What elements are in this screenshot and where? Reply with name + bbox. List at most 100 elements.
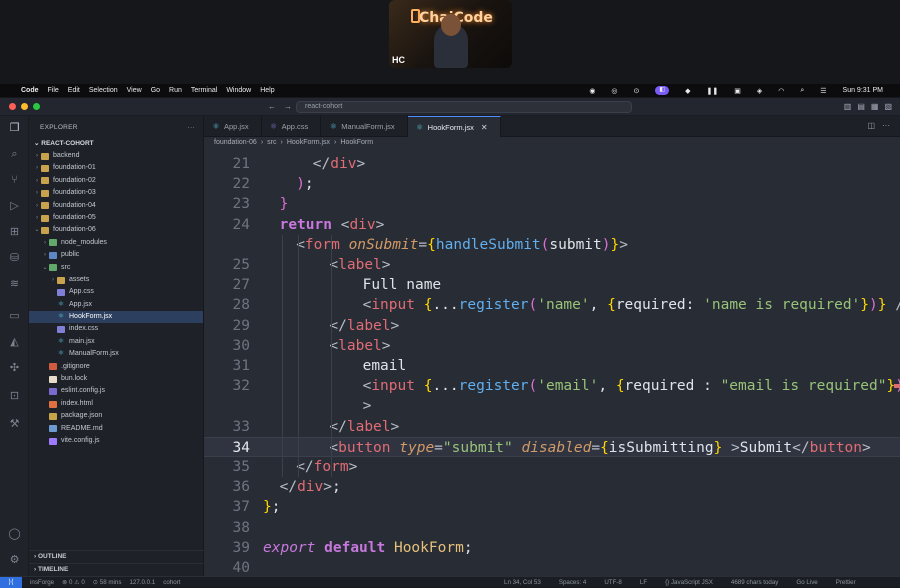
code-line[interactable]: 33 </label> xyxy=(204,417,900,437)
status-item[interactable]: insForge xyxy=(30,579,54,586)
more-actions-icon[interactable]: ··· xyxy=(188,124,195,131)
code-line[interactable]: 38 xyxy=(204,518,900,538)
python-icon[interactable]: ✣ xyxy=(8,362,21,375)
tree-item[interactable]: ⌄ foundation-06 xyxy=(29,224,203,236)
code-line[interactable]: 32 <input {...register('email', {required… xyxy=(204,376,900,396)
tree-item[interactable]: › backend xyxy=(29,150,203,162)
workspace-root[interactable]: ⌄ REACT-COHORT xyxy=(29,138,203,150)
tree-item[interactable]: README.md xyxy=(29,423,203,435)
eol-status[interactable]: LF xyxy=(640,579,647,586)
menu-edit[interactable]: Edit xyxy=(68,87,80,94)
status-icon[interactable]: ◎ xyxy=(611,87,617,95)
database-icon[interactable]: ⛁ xyxy=(8,252,21,265)
tree-item[interactable]: ⚛ App.jsx xyxy=(29,299,203,311)
tree-item[interactable]: ⚛ HookForm.jsx xyxy=(29,311,203,324)
code-line[interactable]: 29 </label> xyxy=(204,316,900,336)
code-line[interactable]: 24 return <div> xyxy=(204,215,900,235)
code-line[interactable]: 30 <label> xyxy=(204,336,900,356)
tree-item[interactable]: › assets xyxy=(29,274,203,286)
tree-item[interactable]: App.css xyxy=(29,286,203,298)
control-center-icon[interactable]: ☰ xyxy=(820,87,826,95)
tree-item[interactable]: bun.lock xyxy=(29,373,203,385)
editor-tab[interactable]: ⚛ HookForm.jsx ✕ xyxy=(407,116,501,137)
code-line[interactable]: 27 Full name xyxy=(204,275,900,295)
chars-today-status[interactable]: 4689 chars today xyxy=(731,579,778,586)
menu-help[interactable]: Help xyxy=(260,87,274,94)
account-icon[interactable]: ◯ xyxy=(8,528,21,541)
time-tracker-status[interactable]: ⊙ 58 mins xyxy=(93,579,122,586)
drop-icon[interactable]: ◭ xyxy=(8,336,21,349)
toggle-sidebar-icon[interactable]: ▥ xyxy=(844,102,852,111)
timeline-section[interactable]: › TIMELINE xyxy=(29,563,204,575)
forward-arrow-icon[interactable]: → xyxy=(284,102,292,111)
close-window-button[interactable] xyxy=(9,103,16,110)
menu-app-name[interactable]: Code xyxy=(21,87,39,94)
code-line[interactable]: 23} xyxy=(204,194,900,214)
hammer-icon[interactable]: ⚒ xyxy=(8,418,21,431)
toggle-secondary-sidebar-icon[interactable]: ▦ xyxy=(871,102,879,111)
host-status[interactable]: 127.0.0.1 xyxy=(129,579,155,586)
status-icon[interactable]: ◉ xyxy=(589,87,595,95)
breadcrumb-item[interactable]: src xyxy=(267,137,276,149)
code-line[interactable]: 25 <label> xyxy=(204,255,900,275)
menu-window[interactable]: Window xyxy=(226,87,251,94)
breadcrumb-item[interactable]: foundation-06 xyxy=(214,137,257,149)
menu-view[interactable]: View xyxy=(127,87,142,94)
recording-pill-icon[interactable]: ◧ xyxy=(655,86,670,95)
extensions-icon[interactable]: ⊞ xyxy=(8,226,21,239)
remote-explorer-icon[interactable]: ▭ xyxy=(8,310,21,323)
breadcrumb-item[interactable]: HookForm.jsx xyxy=(287,137,330,149)
tree-item[interactable]: › foundation-04 xyxy=(29,200,203,212)
code-line[interactable]: 28 <input {...register('name', {required:… xyxy=(204,295,900,315)
encoding-status[interactable]: UTF-8 xyxy=(604,579,622,586)
code-line[interactable]: 31 email xyxy=(204,356,900,376)
source-control-icon[interactable]: ⑂ xyxy=(8,174,21,187)
cursor-position[interactable]: Ln 34, Col 53 xyxy=(504,579,541,586)
language-mode[interactable]: {} JavaScript JSX xyxy=(665,579,713,586)
close-tab-icon[interactable]: ✕ xyxy=(481,123,488,132)
breadcrumb-item[interactable]: HookForm xyxy=(340,137,373,149)
tree-item[interactable]: › foundation-01 xyxy=(29,162,203,174)
tree-item[interactable]: ⚛ ManualForm.jsx xyxy=(29,348,203,360)
search-icon[interactable]: ⌕ xyxy=(800,87,804,95)
menu-run[interactable]: Run xyxy=(169,87,182,94)
tree-item[interactable]: › node_modules xyxy=(29,237,203,249)
command-center-search[interactable]: react-cohort xyxy=(296,101,632,113)
wifi-icon[interactable]: ◠ xyxy=(778,87,784,95)
status-icon[interactable]: ❚❚ xyxy=(706,87,718,95)
code-line[interactable]: > xyxy=(204,396,900,416)
menu-file[interactable]: File xyxy=(48,87,59,94)
problems-status[interactable]: ⊗ 0 ⚠ 0 xyxy=(62,579,85,586)
code-line[interactable]: 21 </div> xyxy=(204,154,900,174)
code-line[interactable]: 22); xyxy=(204,174,900,194)
tree-item[interactable]: ⌄ src xyxy=(29,262,203,274)
menubar-clock[interactable]: Sun 9:31 PM xyxy=(843,87,883,94)
customize-layout-icon[interactable]: ▧ xyxy=(884,102,892,111)
code-line[interactable]: 35 </form> xyxy=(204,457,900,477)
tree-item[interactable]: › foundation-02 xyxy=(29,175,203,187)
menu-selection[interactable]: Selection xyxy=(89,87,118,94)
run-debug-icon[interactable]: ▷ xyxy=(8,200,21,213)
minimize-window-button[interactable] xyxy=(21,103,28,110)
docker-icon[interactable]: ⊡ xyxy=(8,390,21,403)
tree-item[interactable]: index.css xyxy=(29,323,203,335)
tree-item[interactable]: › foundation-05 xyxy=(29,212,203,224)
code-line[interactable]: 36 </div>; xyxy=(204,477,900,497)
search-icon[interactable]: ⌕ xyxy=(8,148,21,161)
code-editor[interactable]: 21 </div> 22); 23} 24 return <div> <form onSub… xyxy=(204,149,900,576)
code-line[interactable]: 37}; xyxy=(204,497,900,517)
remote-indicator-icon[interactable]: ⟩⟨ xyxy=(0,576,22,588)
layers-icon[interactable]: ≋ xyxy=(8,278,21,291)
editor-tab[interactable]: ⚛ App.css xyxy=(262,116,322,137)
more-actions-icon[interactable]: ··· xyxy=(882,121,890,130)
tree-item[interactable]: ⚛ main.jsx xyxy=(29,336,203,348)
status-icon[interactable]: ⊙ xyxy=(634,87,640,95)
code-line[interactable]: <form onSubmit={handleSubmit(submit)}> xyxy=(204,235,900,255)
prettier-status[interactable]: Prettier xyxy=(836,579,856,586)
tree-item[interactable]: vite.config.js xyxy=(29,435,203,447)
code-line[interactable]: 34 <button type="submit" disabled={isSubm… xyxy=(204,436,900,457)
explorer-icon[interactable]: ❐ xyxy=(8,122,21,135)
tree-item[interactable]: .gitignore xyxy=(29,361,203,373)
status-icon[interactable]: ▣ xyxy=(734,87,741,95)
tree-item[interactable]: › foundation-03 xyxy=(29,187,203,199)
